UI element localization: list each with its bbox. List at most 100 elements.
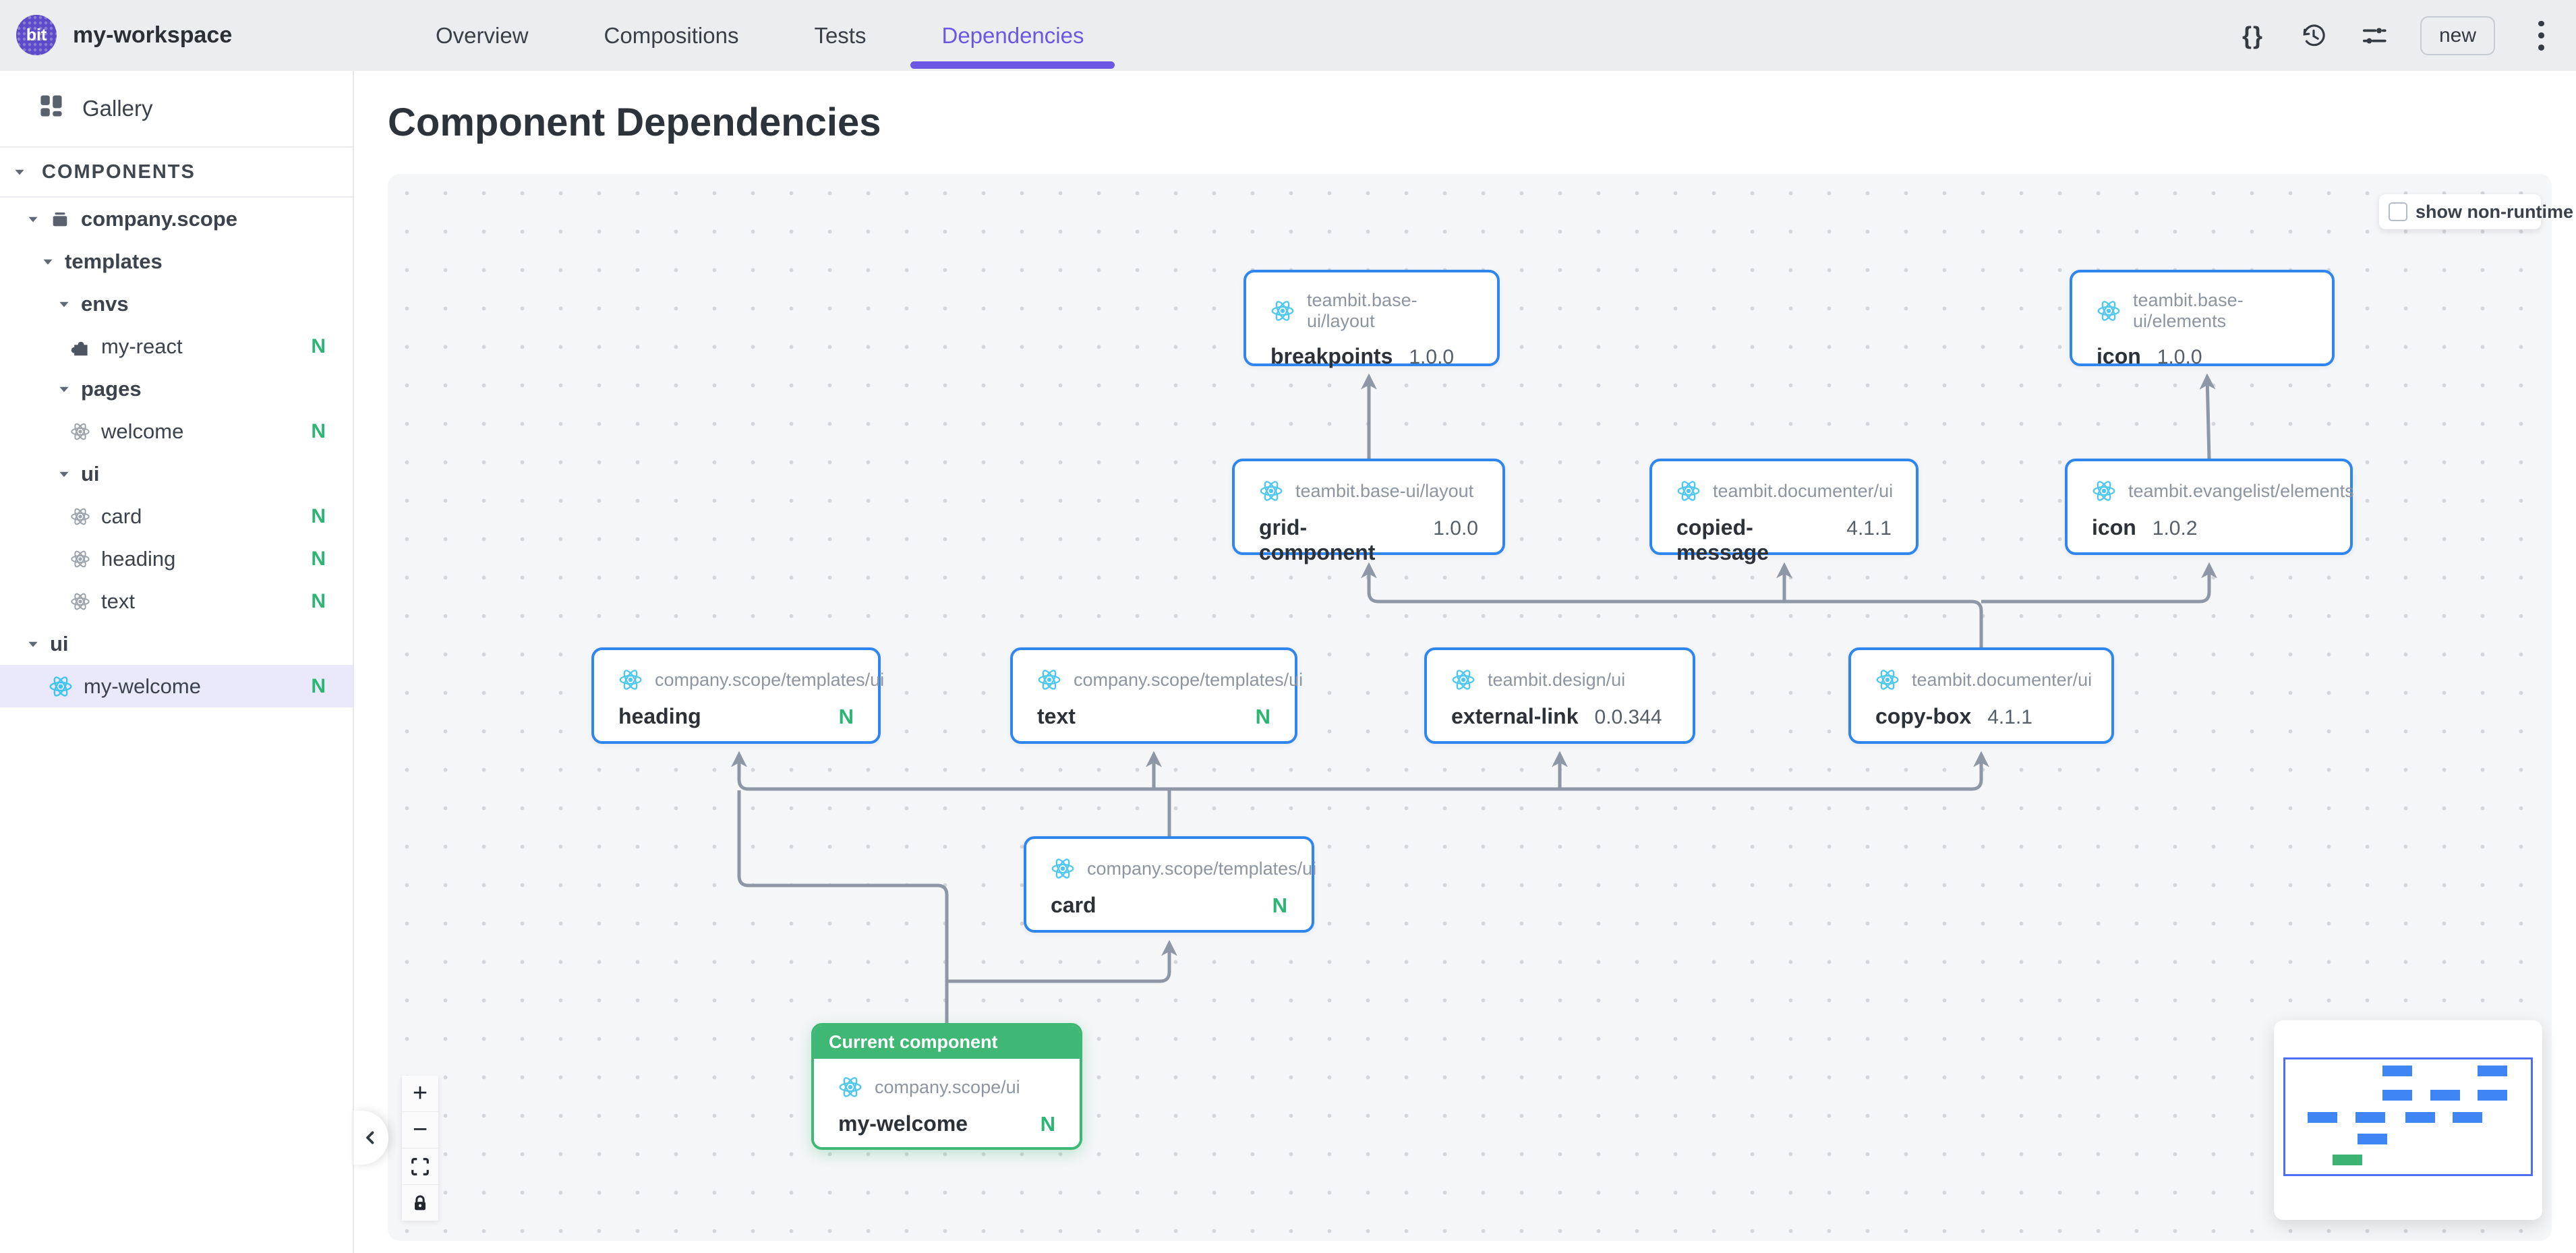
new-button[interactable]: new bbox=[2420, 16, 2495, 55]
sidebar-item-pages[interactable]: pages bbox=[0, 368, 353, 410]
sidebar-item-text[interactable]: textN bbox=[0, 580, 353, 622]
bit-logo-icon[interactable]: bit bbox=[16, 15, 57, 55]
react-icon bbox=[618, 668, 643, 692]
graph-node-copy-box[interactable]: teambit.documenter/ui copy-box 4.1.1 bbox=[1848, 647, 2114, 744]
zoom-out-button[interactable]: − bbox=[401, 1111, 439, 1148]
graph-node-heading[interactable]: company.scope/templates/ui heading N bbox=[591, 647, 881, 744]
graph-node-icon-evangelist[interactable]: teambit.evangelist/elements icon 1.0.2 bbox=[2065, 459, 2353, 555]
sidebar-collapse-handle[interactable] bbox=[353, 1111, 388, 1165]
chevron-down-icon bbox=[40, 254, 55, 269]
sidebar-item-templates[interactable]: templates bbox=[0, 240, 353, 283]
react-icon bbox=[1875, 668, 1900, 692]
tab-dependencies[interactable]: Dependencies bbox=[904, 0, 1121, 71]
show-non-runtime-label: show non-runtime bbox=[2416, 202, 2573, 223]
sliders-icon[interactable] bbox=[2360, 21, 2389, 51]
new-badge: N bbox=[311, 335, 326, 358]
react-icon bbox=[70, 506, 90, 527]
tree-item-label: ui bbox=[50, 632, 69, 656]
tree-item-label: card bbox=[101, 504, 142, 529]
top-header: bit my-workspace OverviewCompositionsTes… bbox=[0, 0, 2576, 71]
new-badge: N bbox=[839, 705, 854, 729]
node-version: 1.0.0 bbox=[2157, 346, 2202, 369]
tree-item-label: text bbox=[101, 589, 135, 614]
node-name: icon bbox=[2092, 515, 2136, 540]
show-non-runtime-checkbox[interactable] bbox=[2389, 202, 2407, 221]
show-non-runtime-toggle[interactable]: show non-runtime bbox=[2379, 194, 2541, 229]
react-icon bbox=[70, 591, 90, 612]
sidebar-item-company.scope[interactable]: company.scope bbox=[0, 198, 353, 240]
minimap-viewport[interactable] bbox=[2283, 1057, 2533, 1176]
graph-node-grid-component[interactable]: teambit.base-ui/layout grid-component 1.… bbox=[1232, 459, 1505, 555]
sidebar-item-heading[interactable]: headingN bbox=[0, 537, 353, 580]
react-icon bbox=[1676, 479, 1701, 503]
node-version: 0.0.344 bbox=[1595, 706, 1662, 729]
chevron-down-icon bbox=[57, 382, 71, 397]
minimap-node bbox=[2308, 1112, 2337, 1123]
node-scope: company.scope/templates/ui bbox=[1074, 670, 1303, 691]
sidebar: Gallery COMPONENTS company.scope template… bbox=[0, 71, 354, 1253]
components-section-header[interactable]: COMPONENTS bbox=[0, 148, 353, 196]
graph-node-my-welcome[interactable]: Current component company.scope/ui my-we… bbox=[811, 1023, 1082, 1150]
tab-tests[interactable]: Tests bbox=[776, 0, 904, 71]
minimap-current-node bbox=[2333, 1155, 2362, 1165]
react-icon bbox=[1259, 479, 1283, 503]
chevron-down-icon bbox=[57, 467, 71, 482]
node-scope: company.scope/ui bbox=[875, 1077, 1020, 1098]
node-scope: teambit.base-ui/elements bbox=[2133, 290, 2308, 332]
node-name: copy-box bbox=[1875, 704, 1971, 729]
lock-button[interactable] bbox=[401, 1184, 439, 1221]
node-scope: teambit.base-ui/layout bbox=[1295, 481, 1473, 502]
new-badge: N bbox=[1041, 1112, 1055, 1136]
dependency-graph-canvas[interactable]: teambit.base-ui/layout breakpoints 1.0.0… bbox=[388, 174, 2552, 1241]
sidebar-item-ui[interactable]: ui bbox=[0, 453, 353, 495]
react-icon bbox=[1051, 856, 1075, 881]
graph-node-text[interactable]: company.scope/templates/ui text N bbox=[1010, 647, 1297, 744]
sidebar-item-gallery[interactable]: Gallery bbox=[0, 71, 353, 146]
node-name: my-welcome bbox=[838, 1111, 968, 1136]
react-icon bbox=[70, 549, 90, 569]
history-icon[interactable] bbox=[2299, 21, 2329, 51]
graph-node-breakpoints[interactable]: teambit.base-ui/layout breakpoints 1.0.0 bbox=[1243, 270, 1500, 366]
node-name: icon bbox=[2097, 344, 2141, 369]
kebab-menu-icon[interactable] bbox=[2526, 21, 2556, 51]
minimap[interactable] bbox=[2274, 1020, 2542, 1220]
tree-item-label: templates bbox=[65, 250, 163, 274]
new-badge: N bbox=[1256, 705, 1270, 729]
current-component-label: Current component bbox=[814, 1026, 1080, 1059]
chevron-down-icon bbox=[57, 297, 71, 312]
tree-item-label: my-welcome bbox=[84, 674, 201, 699]
react-icon bbox=[1037, 668, 1061, 692]
node-name: text bbox=[1037, 704, 1076, 729]
sidebar-item-card[interactable]: cardN bbox=[0, 495, 353, 537]
tree-item-label: ui bbox=[81, 462, 100, 486]
node-name: card bbox=[1051, 893, 1096, 918]
tree-item-label: heading bbox=[101, 547, 175, 571]
graph-node-card[interactable]: company.scope/templates/ui card N bbox=[1024, 836, 1314, 933]
minimap-node bbox=[2358, 1134, 2387, 1144]
node-version: 1.0.0 bbox=[1433, 517, 1478, 540]
graph-node-icon-base[interactable]: teambit.base-ui/elements icon 1.0.0 bbox=[2070, 270, 2335, 366]
chevron-down-icon bbox=[12, 165, 27, 179]
zoom-in-button[interactable]: + bbox=[401, 1076, 439, 1112]
zoom-controls: + − bbox=[401, 1076, 439, 1221]
sidebar-item-my-welcome[interactable]: my-welcomeN bbox=[0, 665, 353, 707]
sidebar-item-welcome[interactable]: welcomeN bbox=[0, 410, 353, 453]
tab-compositions[interactable]: Compositions bbox=[566, 0, 777, 71]
minimap-node bbox=[2382, 1066, 2412, 1076]
tree-item-label: welcome bbox=[101, 419, 183, 444]
tab-overview[interactable]: Overview bbox=[398, 0, 566, 71]
new-badge: N bbox=[1272, 894, 1287, 918]
tree-item-label: my-react bbox=[101, 334, 183, 359]
components-label: COMPONENTS bbox=[42, 161, 196, 183]
minimap-node bbox=[2478, 1066, 2507, 1076]
fit-view-button[interactable] bbox=[401, 1148, 439, 1185]
node-name: heading bbox=[618, 704, 701, 729]
code-icon[interactable]: {} bbox=[2238, 21, 2268, 51]
sidebar-item-ui[interactable]: ui bbox=[0, 622, 353, 665]
graph-node-external-link[interactable]: teambit.design/ui external-link 0.0.344 bbox=[1424, 647, 1695, 744]
sidebar-item-my-react[interactable]: my-react N bbox=[0, 325, 353, 368]
graph-node-copied-message[interactable]: teambit.documenter/ui copied-message 4.1… bbox=[1649, 459, 1919, 555]
minimap-node bbox=[2478, 1090, 2507, 1101]
node-version: 4.1.1 bbox=[1846, 517, 1892, 540]
sidebar-item-envs[interactable]: envs bbox=[0, 283, 353, 325]
